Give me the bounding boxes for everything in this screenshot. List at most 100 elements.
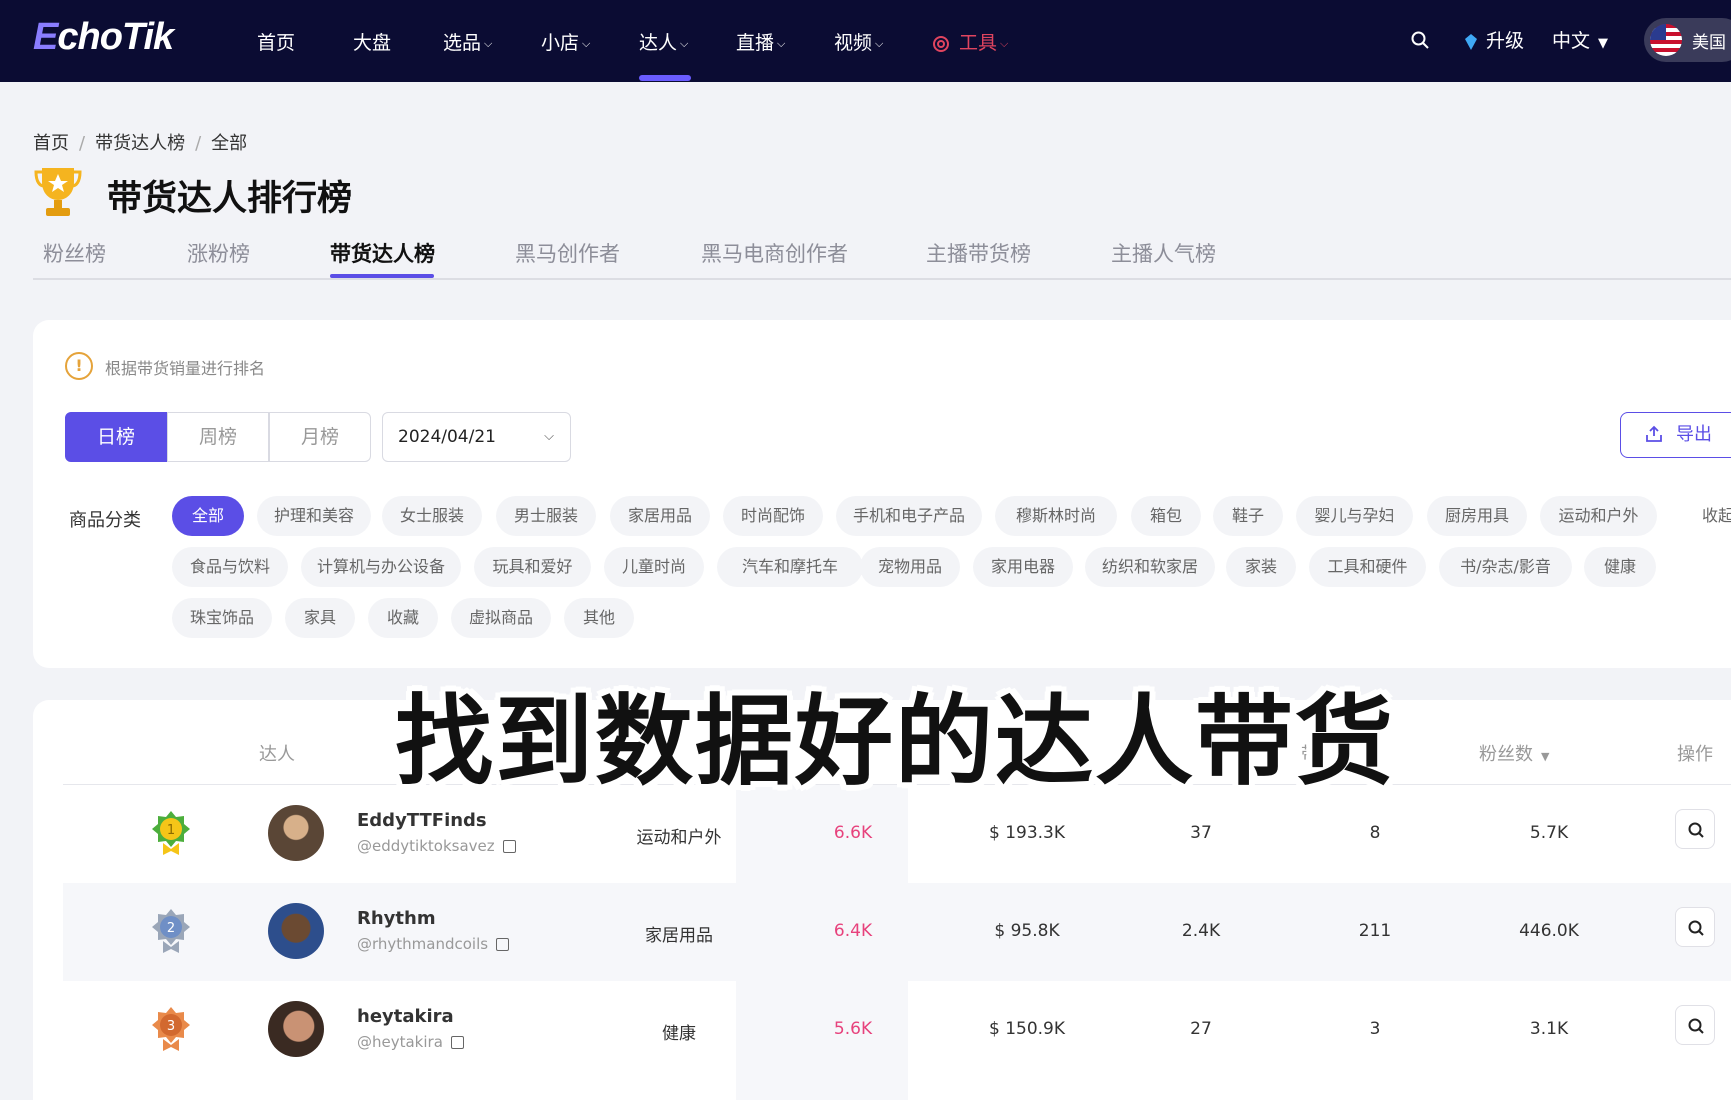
category-chip[interactable]: 工具和硬件 <box>1309 547 1426 587</box>
avatar[interactable] <box>268 903 324 959</box>
upgrade-button[interactable]: 升级 <box>1462 26 1524 53</box>
category-chip[interactable]: 宠物用品 <box>860 547 960 587</box>
nav-live[interactable]: 直播 ⌵ <box>736 28 785 55</box>
search-detail-button[interactable] <box>1675 1005 1715 1045</box>
header-actions: 操作 <box>1677 744 1713 765</box>
tab-sales-creators[interactable]: 带货达人榜 <box>330 238 435 268</box>
top-nav: EchoTik 首页 大盘 选品 ⌵ 小店 ⌵ 达人 ⌵ 直播 ⌵ 视频 ⌵ 工具 ⌵ 升级… <box>0 0 1731 82</box>
nav-products[interactable]: 选品 ⌵ <box>443 28 492 55</box>
category-chip[interactable]: 时尚配饰 <box>723 496 823 536</box>
silver-medal-icon: 2 <box>152 909 190 953</box>
table-row[interactable]: 3 heytakira @heytakira 健康 5.6K $ 150.9K … <box>63 981 1731 1079</box>
category-chip[interactable]: 箱包 <box>1131 496 1201 536</box>
header-followers[interactable]: 粉丝数 ▼ <box>1479 740 1549 766</box>
category-chip[interactable]: 女士服装 <box>382 496 482 536</box>
search-icon <box>1688 920 1704 936</box>
category-chip[interactable]: 食品与饮料 <box>172 547 288 587</box>
copy-icon[interactable] <box>496 938 510 951</box>
category-chip[interactable]: 珠宝饰品 <box>172 598 272 638</box>
tab-follower-growth[interactable]: 涨粉榜 <box>187 238 250 268</box>
region-label: 美国 <box>1692 33 1726 53</box>
category-chip[interactable]: 玩具和爱好 <box>474 547 591 587</box>
avatar[interactable] <box>268 1001 324 1057</box>
copy-icon[interactable] <box>450 1036 464 1049</box>
cell-followers: 446.0K <box>1519 921 1579 941</box>
nav-video[interactable]: 视频 ⌵ <box>834 28 883 55</box>
tab-rising-creators[interactable]: 黑马创作者 <box>515 238 620 268</box>
tab-host-popularity[interactable]: 主播人气榜 <box>1111 238 1216 268</box>
search-detail-button[interactable] <box>1675 907 1715 947</box>
avatar[interactable] <box>268 805 324 861</box>
search-detail-button[interactable] <box>1675 809 1715 849</box>
category-chip[interactable]: 计算机与办公设备 <box>301 547 461 587</box>
echotik-logo[interactable]: EchoTik <box>33 16 174 59</box>
region-select[interactable]: 美国 <box>1644 18 1731 62</box>
chevron-down-icon: ⌵ <box>582 36 591 50</box>
category-chip[interactable]: 护理和美容 <box>257 496 371 536</box>
ranking-tabs: 粉丝榜 涨粉榜 带货达人榜 黑马创作者 黑马电商创作者 主播带货榜 主播人气榜 <box>33 230 1731 280</box>
date-picker[interactable]: 2024/04/21 ⌵ <box>382 412 571 462</box>
cell-category: 运动和户外 <box>636 828 722 848</box>
category-chip[interactable]: 书/杂志/影音 <box>1439 547 1572 587</box>
cell-sales: 6.6K <box>833 823 873 843</box>
creator-name[interactable]: Rhythm <box>357 908 436 929</box>
copy-icon[interactable] <box>502 840 516 853</box>
creator-name[interactable]: heytakira <box>357 1006 454 1027</box>
category-chip[interactable]: 汽车和摩托车 <box>717 547 863 587</box>
cell-followers: 3.1K <box>1529 1019 1569 1039</box>
nav-tools[interactable]: 工具 ⌵ <box>931 28 1008 55</box>
category-chip[interactable]: 纺织和软家居 <box>1085 547 1215 587</box>
category-chip[interactable]: 厨房用具 <box>1427 496 1527 536</box>
creator-name[interactable]: EddyTTFinds <box>357 810 487 831</box>
period-monthly[interactable]: 月榜 <box>269 412 371 462</box>
category-chip[interactable]: 虚拟商品 <box>451 598 551 638</box>
search-icon <box>1688 822 1704 838</box>
category-chip[interactable]: 家装 <box>1226 547 1296 587</box>
breadcrumb-creator-board[interactable]: 带货达人榜 <box>95 133 185 154</box>
language-select[interactable]: 中文 ▼ <box>1552 26 1608 53</box>
search-icon[interactable] <box>1410 30 1430 50</box>
cell-sales: 5.6K <box>833 1019 873 1039</box>
svg-text:2: 2 <box>167 921 175 936</box>
category-chip[interactable]: 穆斯林时尚 <box>995 496 1117 536</box>
export-button[interactable]: 导出 <box>1620 412 1731 458</box>
svg-text:3: 3 <box>167 1019 175 1034</box>
category-chip[interactable]: 婴儿与孕妇 <box>1296 496 1413 536</box>
category-chip[interactable]: 家具 <box>285 598 355 638</box>
caret-down-icon: ▼ <box>1598 36 1609 51</box>
nav-shops[interactable]: 小店 ⌵ <box>541 28 590 55</box>
creator-handle: @rhythmandcoils <box>357 935 510 953</box>
category-chip[interactable]: 健康 <box>1584 547 1656 587</box>
nav-home[interactable]: 首页 <box>257 28 295 55</box>
tab-host-sales[interactable]: 主播带货榜 <box>926 238 1031 268</box>
svg-text:1: 1 <box>167 823 175 838</box>
category-chip[interactable]: 家用电器 <box>973 547 1073 587</box>
table-row[interactable]: 2 Rhythm @rhythmandcoils 家居用品 6.4K $ 95.… <box>63 883 1731 981</box>
breadcrumb-home[interactable]: 首页 <box>33 133 69 154</box>
nav-creators[interactable]: 达人 ⌵ <box>639 28 688 55</box>
cell-sales: 6.4K <box>833 921 873 941</box>
category-label: 商品分类 <box>69 510 141 531</box>
category-chip[interactable]: 男士服装 <box>496 496 596 536</box>
tab-followers[interactable]: 粉丝榜 <box>43 238 106 268</box>
collapse-button[interactable]: 收起 <box>1693 496 1731 536</box>
filter-panel: ! 根据带货销量进行排名 日榜 周榜 月榜 2024/04/21 ⌵ 导出 商品… <box>33 320 1731 668</box>
category-chip[interactable]: 儿童时尚 <box>604 547 704 587</box>
us-flag-icon <box>1650 24 1682 56</box>
category-chip[interactable]: 运动和户外 <box>1540 496 1657 536</box>
ranking-note: 根据带货销量进行排名 <box>105 359 266 378</box>
tab-rising-ecommerce-creators[interactable]: 黑马电商创作者 <box>701 238 848 268</box>
nav-active-indicator <box>639 75 691 81</box>
period-daily[interactable]: 日榜 <box>65 412 167 462</box>
bronze-medal-icon: 3 <box>152 1007 190 1051</box>
category-chip[interactable]: 鞋子 <box>1213 496 1283 536</box>
nav-market[interactable]: 大盘 <box>353 28 391 55</box>
cell-value: 2.4K <box>1181 921 1221 941</box>
category-chip[interactable]: 家居用品 <box>610 496 710 536</box>
chip-all[interactable]: 全部 <box>172 496 244 536</box>
category-chip[interactable]: 其他 <box>564 598 634 638</box>
period-weekly[interactable]: 周榜 <box>167 412 269 462</box>
category-chip[interactable]: 手机和电子产品 <box>836 496 982 536</box>
category-chip[interactable]: 收藏 <box>368 598 438 638</box>
page-title: 带货达人排行榜 <box>107 179 353 219</box>
